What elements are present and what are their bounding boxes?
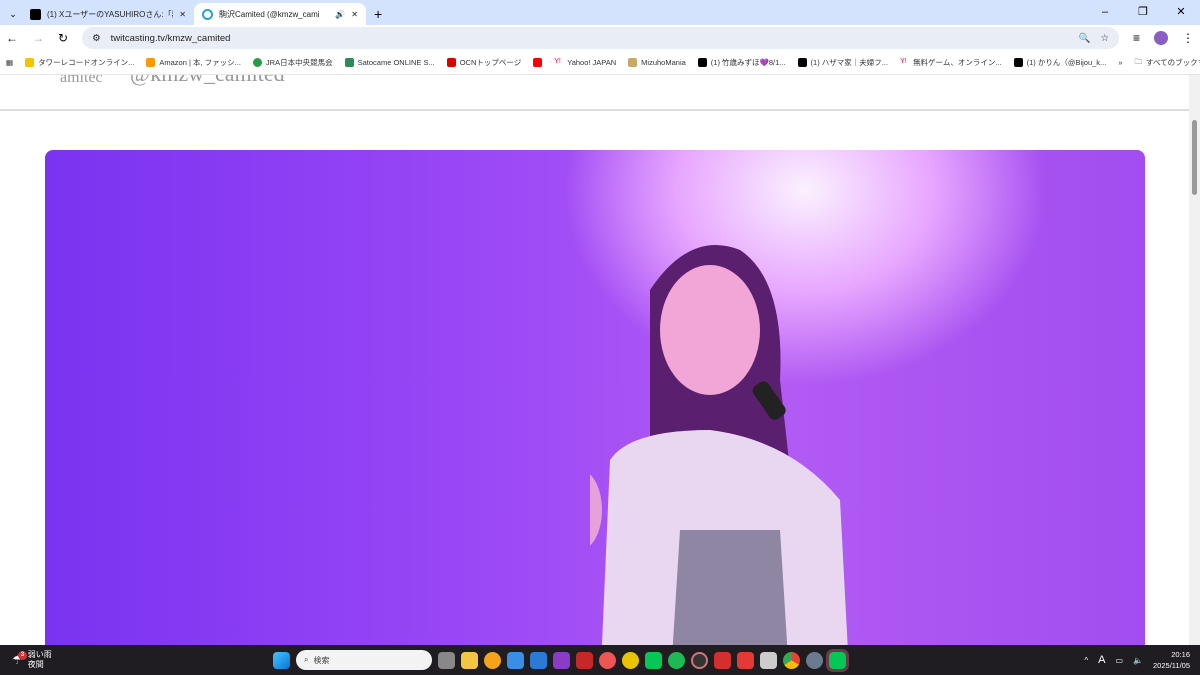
app-icon-red[interactable] xyxy=(576,651,593,669)
photos-icon[interactable] xyxy=(530,651,547,669)
bookmark-x-takesai[interactable]: (1) 竹歳みずほ💜8/1... xyxy=(697,57,786,68)
page-content: amitec @kmzw_camited xyxy=(0,75,1189,645)
twitcasting-icon xyxy=(202,8,213,20)
page-scrollbar[interactable] xyxy=(1189,75,1200,645)
bookmark-yahoo[interactable]: Y! Yahoo! JAPAN xyxy=(554,58,616,67)
site-logo[interactable]: amitec xyxy=(60,75,103,87)
bookmark-ocn[interactable]: OCNトップページ xyxy=(446,57,521,68)
site-settings-icon[interactable]: ⚙ xyxy=(92,33,101,44)
live-video-player[interactable] xyxy=(45,150,1145,645)
weather-rain-icon: ☂ 3 xyxy=(12,651,27,666)
back-icon[interactable]: ← xyxy=(6,31,18,45)
audio-icon[interactable]: 🔊 xyxy=(335,10,345,19)
browser-toolbar: ← → ↻ ⚙ twitcasting.tv/kmzw_camited 🔍 ☆ ≡ ⋮ xyxy=(0,25,1200,51)
folder-icon: 🗀 xyxy=(1134,57,1142,66)
bookmark-tower[interactable]: タワーレコードオンライン... xyxy=(25,57,134,68)
ms-store-icon[interactable] xyxy=(507,651,524,669)
line-icon[interactable] xyxy=(645,651,662,669)
tray-overflow-icon[interactable]: ^ xyxy=(1084,656,1088,665)
bookmark-star-icon[interactable]: ☆ xyxy=(1100,33,1109,44)
printer-icon[interactable] xyxy=(760,651,777,669)
bookmark-yahoo-games[interactable]: Y! 無料ゲーム、オンライン... xyxy=(900,57,1002,68)
close-tab-button[interactable]: ✕ xyxy=(351,10,358,19)
x-icon xyxy=(30,8,41,20)
singer-image xyxy=(590,245,848,645)
volume-icon[interactable]: 🔈 xyxy=(1133,656,1143,665)
app-icon-orange[interactable] xyxy=(484,651,501,669)
tab-x-yasuhiro[interactable]: (1) XユーザーのYASUHIROさん:「器 ✕ xyxy=(22,3,194,25)
app-icon-red2[interactable] xyxy=(714,651,731,669)
app-icon-calendar[interactable] xyxy=(737,651,754,669)
bookmark-youtube[interactable] xyxy=(533,58,543,67)
clock[interactable]: 20:16 2025/11/05 xyxy=(1153,649,1190,671)
tab-strip: ⌄ (1) XユーザーのYASUHIROさん:「器 ✕ 駒沢Camited (@k… xyxy=(0,0,1200,25)
maximize-button[interactable]: ❐ xyxy=(1124,0,1162,25)
tab-search-button[interactable]: ⌄ xyxy=(4,3,22,25)
url-text[interactable]: twitcasting.tv/kmzw_camited xyxy=(111,33,1069,44)
bookmarks-more-button[interactable]: » xyxy=(1118,58,1122,67)
channel-handle: @kmzw_camited xyxy=(130,75,285,87)
all-bookmarks-folder[interactable]: 🗀すべてのブックマーク xyxy=(1134,56,1200,69)
apps-icon[interactable]: ▦ xyxy=(6,58,13,67)
network-icon[interactable]: ▭ xyxy=(1115,656,1123,665)
new-tab-button[interactable]: + xyxy=(366,3,390,25)
forward-icon[interactable]: → xyxy=(32,31,44,45)
app-icon-yellow[interactable] xyxy=(622,651,639,669)
bookmarks-bar: ▦ タワーレコードオンライン... Amazon | 本, ファッシ... JR… xyxy=(0,51,1200,75)
bookmark-jra[interactable]: JRA日本中央競馬会 xyxy=(252,57,333,68)
start-button[interactable] xyxy=(273,651,290,669)
reload-icon[interactable]: ↻ xyxy=(58,31,68,45)
close-window-button[interactable]: ✕ xyxy=(1162,0,1200,25)
windows-taskbar: ☂ 3 弱い雨 夜間 ⌕ 検索 ^ A ▭ 🔈 20:16 2025/11/05 xyxy=(0,645,1200,675)
bookmark-x-karin[interactable]: (1) かりん（@Bijou_k... xyxy=(1013,57,1106,68)
media-control-icon[interactable]: ≡ xyxy=(1133,31,1140,45)
task-view-icon[interactable] xyxy=(438,651,455,669)
tab-camited[interactable]: 駒沢Camited (@kmzw_cami 🔊 ✕ xyxy=(194,3,366,25)
app-icon-game[interactable] xyxy=(599,651,616,669)
bookmark-mizuhomania[interactable]: MizuhoMania xyxy=(628,58,686,67)
bookmark-satocame[interactable]: Satocame ONLINE S... xyxy=(344,58,435,67)
taskbar-search[interactable]: ⌕ 検索 xyxy=(296,650,432,670)
chrome-icon[interactable] xyxy=(783,651,800,669)
scrollbar-thumb[interactable] xyxy=(1192,120,1197,195)
bookmark-x-hazama[interactable]: (1) ハザマ家｜夫婦フ... xyxy=(797,57,888,68)
weather-widget[interactable]: ☂ 3 弱い雨 夜間 xyxy=(12,650,52,670)
avatar[interactable] xyxy=(1154,31,1168,45)
media-player-icon[interactable] xyxy=(691,651,708,669)
address-bar[interactable]: ⚙ twitcasting.tv/kmzw_camited 🔍 ☆ xyxy=(82,27,1119,49)
ime-indicator[interactable]: A xyxy=(1098,654,1105,666)
close-tab-button[interactable]: ✕ xyxy=(179,10,186,19)
file-explorer-icon[interactable] xyxy=(461,651,478,669)
menu-icon[interactable]: ⋮ xyxy=(1182,31,1194,45)
search-icon: ⌕ xyxy=(304,655,309,664)
page-header: amitec @kmzw_camited xyxy=(0,75,1189,111)
line-icon-active[interactable] xyxy=(826,648,849,672)
bookmark-amazon[interactable]: Amazon | 本, ファッシ... xyxy=(146,57,241,68)
zoom-icon[interactable]: 🔍 xyxy=(1079,33,1091,44)
spotify-icon[interactable] xyxy=(668,651,685,669)
app-icon-purple[interactable] xyxy=(553,651,570,669)
settings-icon[interactable] xyxy=(806,651,823,669)
minimize-button[interactable]: – xyxy=(1086,0,1124,25)
